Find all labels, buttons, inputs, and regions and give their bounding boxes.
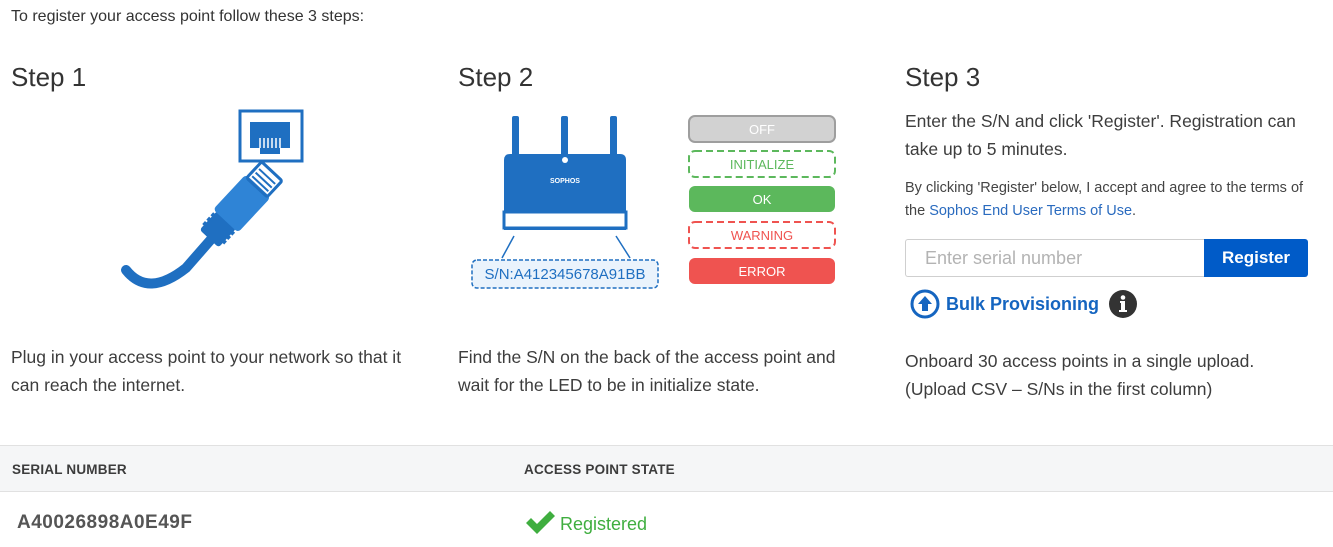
intro-text: To register your access point follow the… (11, 8, 365, 25)
state-cell: Registered (524, 509, 647, 535)
led-legend: OFF INITIALIZE OK WARNING ERROR (688, 115, 836, 284)
ethernet-port-icon (238, 109, 304, 163)
step1-description: Plug in your access point to your networ… (11, 347, 402, 395)
serial-label: S/N:A412345678A91BB (485, 266, 646, 283)
terms-link[interactable]: Sophos End User Terms of Use (929, 203, 1132, 219)
bulk-provisioning-row: Bulk Provisioning (910, 288, 1138, 320)
info-icon[interactable] (1108, 289, 1138, 319)
led-error: ERROR (739, 264, 786, 279)
step2-description: Find the S/N on the back of the access p… (458, 347, 836, 395)
access-point-device: SOPHOS S/N:A412345678A91BB (471, 116, 659, 289)
step1-title: Step 1 (11, 62, 87, 92)
column-header-serial-number[interactable]: SERIAL NUMBER (12, 462, 127, 477)
table-row[interactable]: A40026898A0E49F Registered (0, 493, 1333, 547)
step3-title: Step 3 (905, 62, 981, 92)
device-brand: SOPHOS (550, 178, 580, 185)
ethernet-cable-illustration (121, 109, 304, 289)
step3-instructions: Enter the S/N and click 'Register'. Regi… (905, 111, 1296, 159)
bulk-provisioning-link[interactable]: Bulk Provisioning (910, 289, 1099, 319)
led-initialize: INITIALIZE (730, 157, 795, 172)
checkmark-icon (526, 511, 555, 534)
upload-circle-icon (910, 289, 940, 319)
led-off: OFF (749, 122, 775, 137)
bulk-provisioning-label: Bulk Provisioning (946, 293, 1100, 314)
terms-text: By clicking 'Register' below, I accept a… (905, 177, 1325, 223)
serial-number-input[interactable] (905, 239, 1205, 277)
terms-suffix: . (1132, 203, 1137, 219)
led-warning: WARNING (731, 228, 793, 243)
access-point-illustration: SOPHOS S/N:A412345678A91BB OFF INITIALIZ… (471, 115, 836, 289)
state-label: Registered (560, 514, 648, 534)
serial-number-cell: A40026898A0E49F (17, 512, 193, 533)
column-header-access-point-state[interactable]: ACCESS POINT STATE (524, 462, 675, 477)
step2-title: Step 2 (458, 62, 534, 92)
register-button[interactable]: Register (1204, 239, 1308, 277)
bulk-onboard-description: Onboard 30 access points in a single upl… (905, 351, 1255, 399)
led-ok: OK (753, 192, 772, 207)
table-header: SERIAL NUMBER ACCESS POINT STATE (0, 445, 1333, 492)
